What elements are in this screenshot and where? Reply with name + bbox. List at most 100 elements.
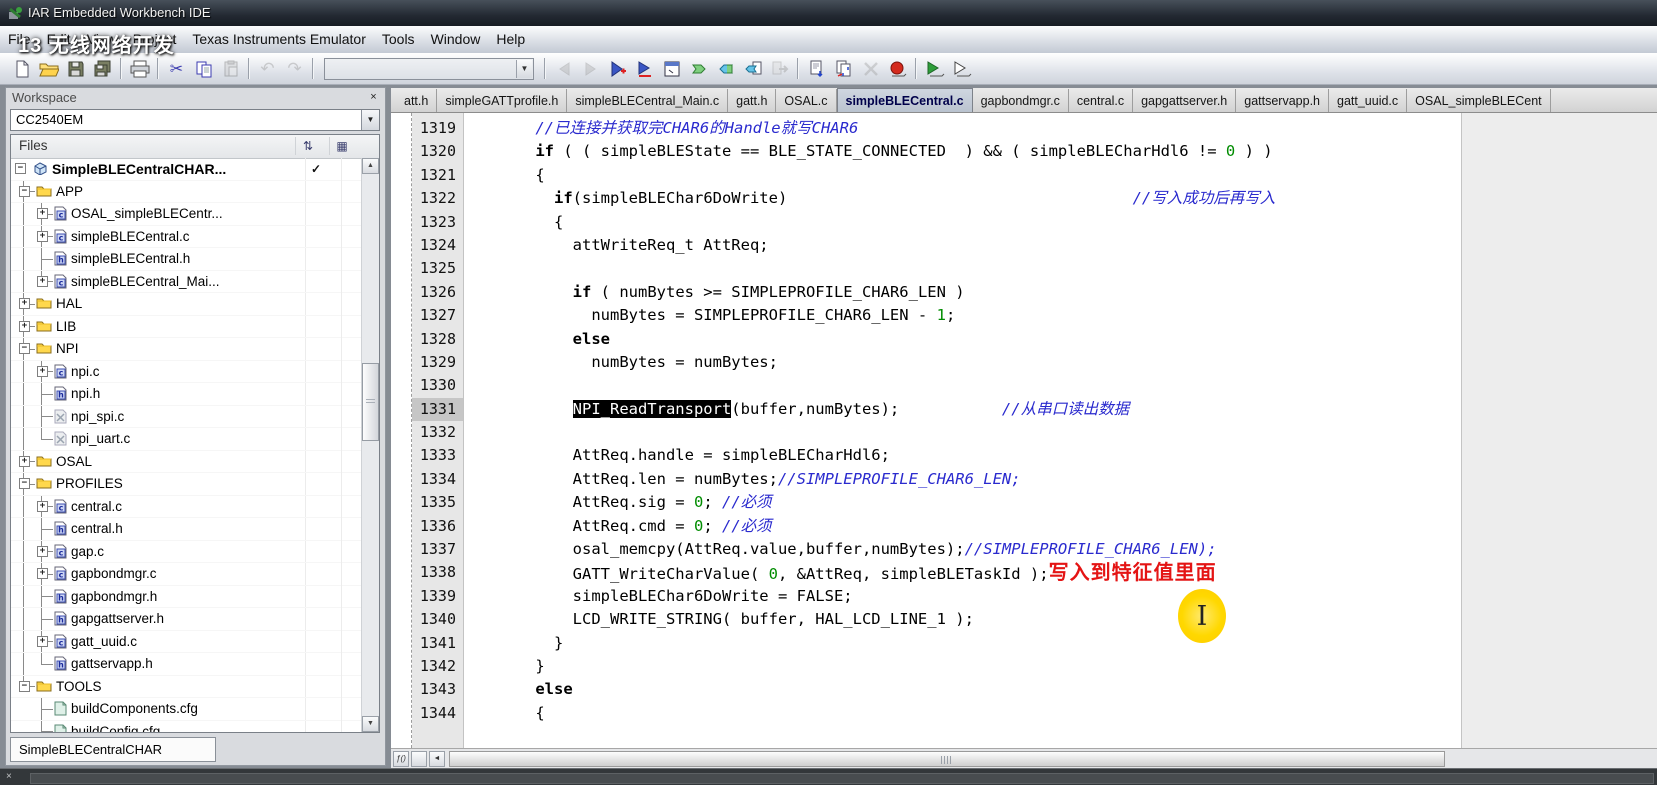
collapse-icon[interactable]: − [19, 680, 30, 692]
cut-icon[interactable]: ✂ [163, 56, 190, 81]
code-line-1337[interactable]: osal_memcpy(AttReq.value,buffer,numBytes… [463, 538, 1461, 561]
code-line-1332[interactable] [463, 421, 1461, 444]
code-line-1336[interactable]: AttReq.cmd = 0; //必须 [463, 515, 1461, 538]
scroll-left-icon[interactable]: ◄ [429, 751, 445, 767]
tree-item-buildcomponents-cfg[interactable]: buildComponents.cfg [11, 698, 362, 721]
expand-icon[interactable]: + [37, 568, 48, 580]
tree-item-profiles[interactable]: − PROFILES [11, 473, 362, 496]
code-line-1334[interactable]: AttReq.len = numBytes;//SIMPLEPROFILE_CH… [463, 468, 1461, 491]
expand-icon[interactable]: + [19, 320, 30, 332]
sort-icon[interactable]: ⇅ [295, 137, 320, 155]
tree-item-central-c[interactable]: + c central.c [11, 495, 362, 518]
tree-item-npi-spi-c[interactable]: npi_spi.c [11, 405, 362, 428]
close-icon[interactable]: × [6, 770, 12, 784]
files-column-header[interactable]: Files ⇅ ▦ [11, 135, 379, 159]
collapse-icon[interactable]: − [15, 163, 26, 175]
open-file-icon[interactable] [35, 56, 62, 81]
code-line-1325[interactable] [463, 257, 1461, 280]
browse-forward-icon[interactable] [685, 56, 712, 81]
tree-item-simpleblecentral-h[interactable]: h simpleBLECentral.h [11, 248, 362, 271]
editor-tab-simpleblecentral-main-c[interactable]: simpleBLECentral_Main.c [567, 89, 729, 112]
tree-item-gapbondmgr-c[interactable]: + c gapbondmgr.c [11, 563, 362, 586]
paste-icon[interactable] [217, 56, 244, 81]
tree-item-central-h[interactable]: h central.h [11, 518, 362, 541]
tree-scrollbar-thumb[interactable] [362, 363, 379, 441]
tree-item-osal-simpleblecentr[interactable]: + c OSAL_simpleBLECentr... [11, 203, 362, 226]
tree-item-gatt-uuid-c[interactable]: + c gatt_uuid.c [11, 630, 362, 653]
tree-scrollbar[interactable]: ▲ ▼ [361, 158, 379, 732]
nav-back-icon[interactable] [550, 56, 577, 81]
tree-item-gapgattserver-h[interactable]: h gapgattserver.h [11, 608, 362, 631]
expand-icon[interactable]: + [37, 365, 48, 377]
code-line-1331[interactable]: NPI_ReadTransport(buffer,numBytes); //从串… [463, 398, 1461, 421]
splitter-button[interactable] [411, 751, 427, 767]
save-icon[interactable] [62, 56, 89, 81]
code-line-1343[interactable]: else [463, 678, 1461, 701]
go-back-doc-icon[interactable] [739, 56, 766, 81]
code-line-1338[interactable]: GATT_WriteCharValue( 0, &AttReq, simpleB… [463, 561, 1461, 584]
code-line-1321[interactable]: { [463, 164, 1461, 187]
print-icon[interactable] [126, 56, 153, 81]
expand-icon[interactable]: + [37, 545, 48, 557]
nav-forward-icon[interactable] [577, 56, 604, 81]
tree-item-simpleblecentral-mai[interactable]: + c simpleBLECentral_Mai... [11, 270, 362, 293]
code-line-1319[interactable]: //已连接并获取完CHAR6的Handle就写CHAR6 [463, 117, 1461, 140]
expand-icon[interactable]: + [19, 298, 30, 310]
code-line-1335[interactable]: AttReq.sig = 0; //必须 [463, 491, 1461, 514]
menu-item-help[interactable]: Help [488, 26, 533, 52]
code-line-1320[interactable]: if ( ( simpleBLEState == BLE_STATE_CONNE… [463, 140, 1461, 163]
stop-build-icon[interactable] [857, 56, 884, 81]
menu-item-tools[interactable]: Tools [374, 26, 423, 52]
menu-item-texas-instruments-emulator[interactable]: Texas Instruments Emulator [184, 26, 374, 52]
code-line-1327[interactable]: numBytes = SIMPLEPROFILE_CHAR6_LEN - 1; [463, 304, 1461, 327]
tree-item-npi-c[interactable]: + c npi.c [11, 360, 362, 383]
debug-without-download-icon[interactable] [948, 56, 975, 81]
code-line-1330[interactable] [463, 374, 1461, 397]
scroll-up-icon[interactable]: ▲ [362, 158, 379, 174]
tree-item-gapbondmgr-h[interactable]: h gapbondmgr.h [11, 585, 362, 608]
code-line-1339[interactable]: simpleBLEChar6DoWrite = FALSE; [463, 585, 1461, 608]
code-line-1333[interactable]: AttReq.handle = simpleBLECharHdl6; [463, 444, 1461, 467]
editor-tab-gapbondmgr-c[interactable]: gapbondmgr.c [973, 89, 1069, 112]
code-line-1323[interactable]: { [463, 211, 1461, 234]
overlay-icon[interactable]: ▦ [329, 137, 354, 155]
collapse-icon[interactable]: − [19, 343, 30, 355]
find-combobox[interactable]: ▼ [324, 58, 534, 80]
bookmark-next-icon[interactable] [631, 56, 658, 81]
code-line-1342[interactable]: } [463, 655, 1461, 678]
editor-tab-central-c[interactable]: central.c [1069, 89, 1134, 112]
tree-item-buildconfig-cfg[interactable]: buildConfig.cfg [11, 720, 362, 732]
copy-icon[interactable] [190, 56, 217, 81]
editor-tab-osal-simpleblecent[interactable]: OSAL_simpleBLECent [1407, 89, 1551, 112]
tree-item-lib[interactable]: + LIB [11, 315, 362, 338]
breakpoint-margin[interactable] [391, 113, 412, 748]
tree-item-npi-h[interactable]: h npi.h [11, 383, 362, 406]
editor-tab-simplegattprofile-h[interactable]: simpleGATTprofile.h [437, 89, 568, 112]
code-line-1344[interactable]: { [463, 702, 1461, 725]
tree-item-gattservapp-h[interactable]: h gattservapp.h [11, 653, 362, 676]
close-icon[interactable]: × [366, 90, 381, 105]
tree-item-hal[interactable]: + HAL [11, 293, 362, 316]
editor-tab-simpleblecentral-c[interactable]: simpleBLECentral.c [836, 88, 973, 112]
editor-tab-att-h[interactable]: att.h [396, 89, 438, 112]
expand-icon[interactable]: + [19, 455, 30, 467]
go-back-icon[interactable] [712, 56, 739, 81]
function-list-button[interactable]: ƒ() [393, 751, 409, 767]
tree-item-npi-uart-c[interactable]: npi_uart.c [11, 428, 362, 451]
new-file-icon[interactable] [8, 56, 35, 81]
expand-icon[interactable]: + [37, 275, 48, 287]
editor-window-icon[interactable] [658, 56, 685, 81]
workspace-bottom-tab[interactable]: SimpleBLECentralCHAR [10, 737, 216, 762]
configuration-dropdown[interactable]: CC2540EM ▼ [10, 109, 380, 131]
collapse-icon[interactable]: − [19, 185, 30, 197]
redo-icon[interactable]: ↷ [281, 56, 308, 81]
code-line-1340[interactable]: LCD_WRITE_STRING( buffer, HAL_LCD_LINE_1… [463, 608, 1461, 631]
expand-icon[interactable]: + [37, 500, 48, 512]
compile-icon[interactable] [803, 56, 830, 81]
bookmark-toggle-icon[interactable] [604, 56, 631, 81]
make-icon[interactable] [830, 56, 857, 81]
editor-tab-gattservapp-h[interactable]: gattservapp.h [1236, 89, 1329, 112]
undo-icon[interactable]: ↶ [254, 56, 281, 81]
tree-item-app[interactable]: − APP [11, 180, 362, 203]
tree-item-tools[interactable]: − TOOLS [11, 675, 362, 698]
